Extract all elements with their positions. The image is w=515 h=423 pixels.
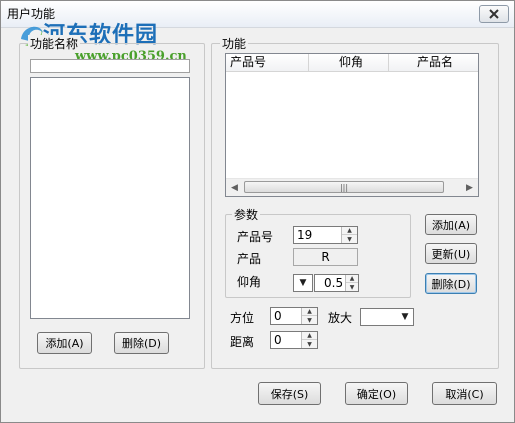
right-delete-button[interactable]: 删除(D) (425, 273, 477, 294)
function-group-label: 功能 (220, 35, 249, 52)
scroll-right-icon[interactable]: ▶ (461, 179, 478, 196)
product-label: 产品 (237, 252, 262, 266)
spin-up-icon[interactable]: ▲ (302, 308, 317, 316)
product-no-label: 产品号 (237, 230, 274, 244)
right-add-button[interactable]: 添加(A) (425, 214, 477, 235)
title-bar: 用户功能 (1, 1, 514, 28)
column-header-product-no[interactable]: 产品号 (226, 54, 309, 71)
spin-up-icon[interactable]: ▲ (346, 275, 358, 283)
product-value-field: R (293, 248, 358, 266)
chevron-down-icon[interactable]: ▼ (294, 275, 312, 291)
spin-up-icon[interactable]: ▲ (302, 332, 317, 340)
spin-down-icon[interactable]: ▼ (302, 316, 317, 324)
azimuth-value: 0 (274, 309, 282, 323)
ok-button[interactable]: 确定(O) (345, 382, 408, 405)
close-icon (489, 9, 499, 19)
function-name-input[interactable] (30, 59, 190, 73)
function-name-group-label: 功能名称 (28, 35, 81, 52)
function-table[interactable]: 产品号 仰角 产品名 ◀ ||| ▶ (225, 53, 479, 197)
distance-value: 0 (274, 333, 282, 347)
chevron-down-icon[interactable]: ▼ (397, 309, 413, 325)
spin-down-icon[interactable]: ▼ (342, 235, 357, 243)
product-no-spin-arrows[interactable]: ▲ ▼ (341, 227, 357, 243)
elevation-label: 仰角 (237, 275, 262, 289)
azimuth-label: 方位 (230, 311, 255, 325)
scroll-left-icon[interactable]: ◀ (226, 179, 243, 196)
product-no-spinner[interactable]: 19 ▲ ▼ (293, 226, 358, 244)
spin-down-icon[interactable]: ▼ (302, 340, 317, 348)
table-header: 产品号 仰角 产品名 (226, 54, 478, 72)
params-group-label: 参数 (232, 206, 261, 223)
product-no-value: 19 (297, 228, 313, 242)
update-button[interactable]: 更新(U) (425, 243, 477, 264)
elevation-spinner[interactable]: 0.5 ▲ ▼ (314, 274, 359, 292)
horizontal-scrollbar[interactable]: ◀ ||| ▶ (226, 178, 478, 196)
left-delete-button[interactable]: 删除(D) (114, 332, 169, 354)
window-title: 用户功能 (7, 7, 56, 21)
zoom-label: 放大 (328, 311, 353, 325)
column-header-product-name[interactable]: 产品名 (389, 54, 478, 71)
spin-down-icon[interactable]: ▼ (346, 283, 358, 291)
save-button[interactable]: 保存(S) (258, 382, 321, 405)
elevation-dropdown[interactable]: ▼ (293, 274, 313, 292)
left-add-button[interactable]: 添加(A) (37, 332, 92, 354)
column-header-elevation[interactable]: 仰角 (309, 54, 389, 71)
user-function-dialog: 用户功能 河东软件园 www.pc0359.cn 功能名称 添加(A) 删除(D… (0, 0, 515, 423)
zoom-dropdown[interactable]: ▼ (360, 308, 414, 326)
distance-spin-arrows[interactable]: ▲ ▼ (301, 332, 317, 348)
function-name-list[interactable] (30, 77, 190, 319)
azimuth-spinner[interactable]: 0 ▲ ▼ (270, 307, 318, 325)
close-button[interactable] (479, 5, 509, 23)
elevation-value: 0.5 (324, 276, 344, 290)
distance-spinner[interactable]: 0 ▲ ▼ (270, 331, 318, 349)
scrollbar-thumb[interactable]: ||| (244, 181, 444, 193)
spin-up-icon[interactable]: ▲ (342, 227, 357, 235)
elevation-spin-arrows[interactable]: ▲ ▼ (345, 275, 358, 291)
cancel-button[interactable]: 取消(C) (432, 382, 497, 405)
azimuth-spin-arrows[interactable]: ▲ ▼ (301, 308, 317, 324)
distance-label: 距离 (230, 335, 255, 349)
